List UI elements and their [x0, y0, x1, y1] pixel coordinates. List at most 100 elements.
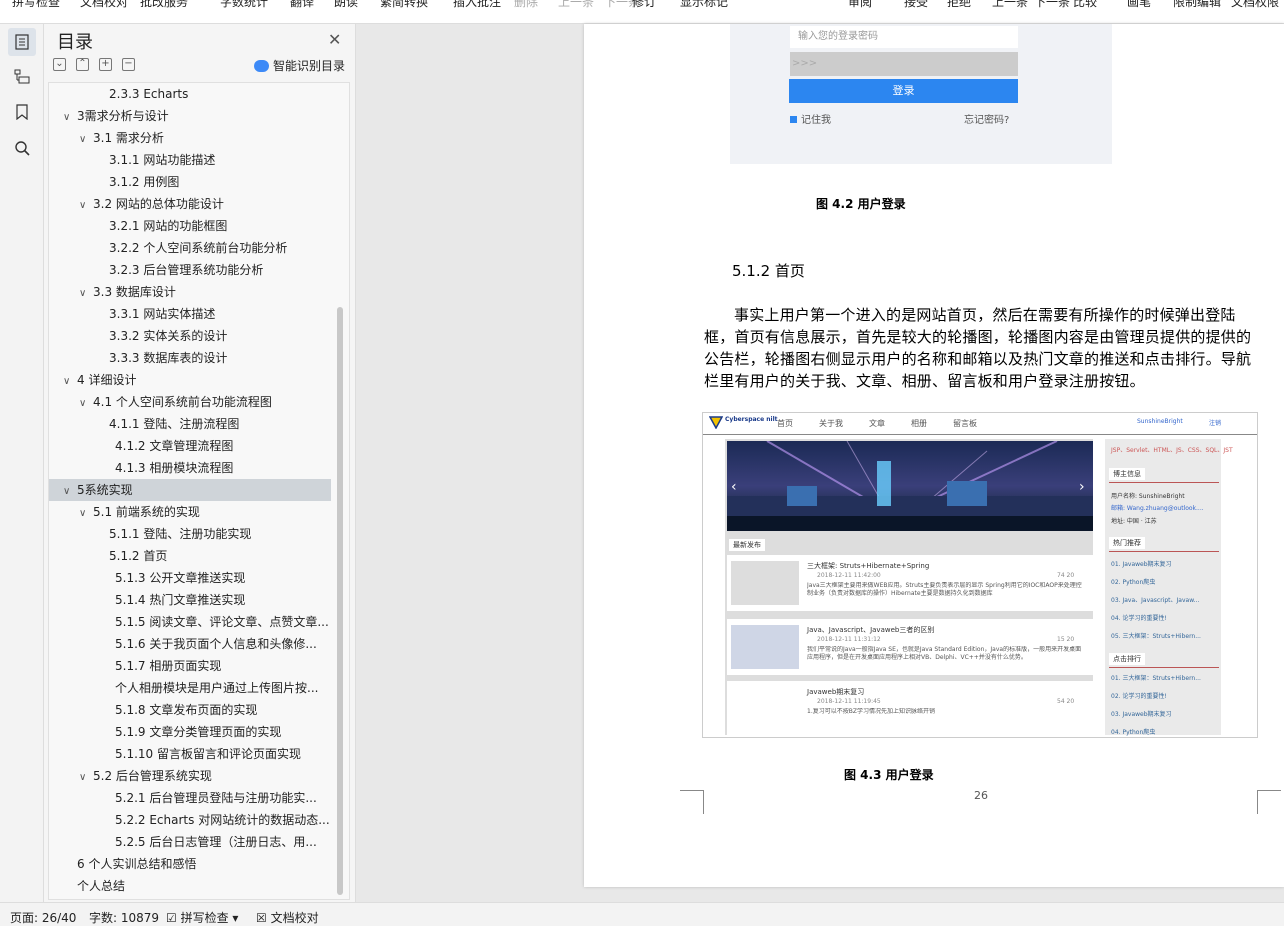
toc-scrollbar[interactable] — [337, 307, 343, 895]
toc-item[interactable]: 3.3.2 实体关系的设计 — [49, 325, 331, 347]
toggle-chevron-icon[interactable]: ∨ — [79, 283, 93, 303]
toc-item[interactable]: 5.1.9 文章分类管理页面的实现 — [49, 721, 331, 743]
toc-item[interactable]: 5.2.2 Echarts 对网站统计的数据动态... — [49, 809, 331, 831]
site-nav-articles: 文章 — [869, 419, 885, 428]
status-bar: 页面: 26/40 字数: 10879 ☑ 拼写检查 ▾ ☒ 文档校对 — [0, 902, 1284, 926]
toc-item[interactable]: ∨ 4.1 个人空间系统前台功能流程图 — [49, 391, 331, 413]
toggle-chevron-icon[interactable]: ∨ — [79, 129, 93, 149]
toolbar-item[interactable]: 插入批注 — [453, 0, 501, 10]
toc-item[interactable]: ∨ 5系统实现 — [49, 479, 331, 501]
toc-item[interactable]: 6 个人实训总结和感悟 — [49, 853, 331, 875]
toc-item[interactable]: 5.1.3 公开文章推送实现 — [49, 567, 331, 589]
close-icon[interactable]: ✕ — [328, 30, 341, 49]
toc-panel-icon[interactable] — [8, 28, 36, 56]
toc-item-label: 3需求分析与设计 — [77, 109, 169, 123]
toolbar-item[interactable]: 审阅 — [848, 0, 872, 10]
toc-item[interactable]: 4.1.1 登陆、注册流程图 — [49, 413, 331, 435]
toc-item-label: 3.2.1 网站的功能框图 — [109, 219, 228, 233]
smart-recognize-button[interactable]: 智能识别目录 — [254, 57, 345, 74]
toolbar-item[interactable]: 上一条 — [558, 0, 594, 10]
toolbar-item[interactable]: 上一条 — [992, 0, 1028, 10]
toc-item[interactable]: 3.2.2 个人空间系统前台功能分析 — [49, 237, 331, 259]
toc-item[interactable]: 4.1.3 相册模块流程图 — [49, 457, 331, 479]
toolbar-item[interactable]: 下一条 — [1034, 0, 1070, 10]
toggle-chevron-icon[interactable]: ∨ — [79, 195, 93, 215]
toggle-chevron-icon[interactable]: ∨ — [79, 503, 93, 523]
toc-item[interactable]: 3.3.3 数据库表的设计 — [49, 347, 331, 369]
collapse-all-icon[interactable]: ⌄ — [53, 58, 66, 71]
toolbar-item[interactable]: 文档校对 — [80, 0, 128, 10]
toolbar-item[interactable]: 批改服务 — [140, 0, 188, 10]
navigation-tree-icon[interactable] — [8, 62, 36, 90]
toc-item[interactable]: ∨ 4 详细设计 — [49, 369, 331, 391]
toc-item[interactable]: 个人总结 — [49, 875, 331, 897]
svg-text:‹: ‹ — [731, 479, 737, 495]
toggle-chevron-icon[interactable]: ∨ — [79, 767, 93, 787]
remove-item-icon[interactable]: − — [122, 58, 135, 71]
toc-item[interactable]: 5.1.8 文章发布页面的实现 — [49, 699, 331, 721]
toc-item[interactable]: ∨ 5.1 前端系统的实现 — [49, 501, 331, 523]
toolbar-item[interactable]: 限制编辑 — [1173, 0, 1221, 10]
toc-item-label: 3.2 网站的总体功能设计 — [93, 197, 224, 211]
toc-item[interactable]: 3.1.1 网站功能描述 — [49, 149, 331, 171]
site-nav: Cyberspace nilt 首页 关于我 文章 相册 留言板 Sunshin… — [703, 413, 1257, 435]
toc-item[interactable]: 个人相册模块是用户通过上传图片按... — [49, 677, 331, 699]
toc-item[interactable]: 2.3.3 Echarts — [49, 83, 331, 105]
toolbar-item[interactable]: 画笔 — [1127, 0, 1151, 10]
toolbar-item[interactable]: 拒绝 — [947, 0, 971, 10]
toc-item[interactable]: 5.2.5 后台日志管理（注册日志、用... — [49, 831, 331, 853]
toolbar-item[interactable]: 翻译 — [290, 0, 314, 10]
toc-item[interactable]: 5.2.1 后台管理员登陆与注册功能实... — [49, 787, 331, 809]
toc-item[interactable]: 4.1.2 文章管理流程图 — [49, 435, 331, 457]
forgot-password-link: 忘记密码? — [964, 115, 1010, 126]
toolbar-item[interactable]: 显示标记 — [680, 0, 728, 10]
proofread-button[interactable]: ☒ 文档校对 — [256, 909, 319, 926]
toc-item[interactable]: 5.1.2 首页 — [49, 545, 331, 567]
toggle-chevron-icon[interactable]: ∨ — [63, 481, 77, 501]
toc-item-label: 5.2.1 后台管理员登陆与注册功能实... — [115, 791, 317, 805]
toc-item[interactable]: 5.1.1 登陆、注册功能实现 — [49, 523, 331, 545]
toc-item[interactable]: 3.2.1 网站的功能框图 — [49, 215, 331, 237]
toc-item[interactable]: 5.1.10 留言板留言和评论页面实现 — [49, 743, 331, 765]
toolbar-item[interactable]: 繁简转换 — [380, 0, 428, 10]
rank-item: 02. 论学习的重要性! — [1111, 693, 1167, 700]
toggle-chevron-icon[interactable]: ∨ — [79, 393, 93, 413]
add-item-icon[interactable]: + — [99, 58, 112, 71]
toolbar-item[interactable]: 删除 — [514, 0, 538, 10]
toc-item[interactable]: 5.1.4 热门文章推送实现 — [49, 589, 331, 611]
crop-mark-left — [680, 790, 704, 814]
expand-up-icon[interactable]: ⌃ — [76, 58, 89, 71]
search-icon[interactable] — [8, 134, 36, 162]
proofread-label: 文档校对 — [270, 911, 319, 925]
toolbar-item[interactable]: 比较 — [1073, 0, 1097, 10]
toolbar-item[interactable]: 文档权限 — [1231, 0, 1279, 10]
spell-check-button[interactable]: ☑ 拼写检查 ▾ — [166, 909, 238, 926]
bookmark-icon[interactable] — [8, 98, 36, 126]
toc-item[interactable]: ∨ 3.2 网站的总体功能设计 — [49, 193, 331, 215]
toolbar-item[interactable]: 朗读 — [334, 0, 358, 10]
toc-item-label: 5.1 前端系统的实现 — [93, 505, 200, 519]
toolbar-item[interactable]: 修订 — [632, 0, 656, 10]
toc-item[interactable]: ∨ 5.2 后台管理系统实现 — [49, 765, 331, 787]
toc-item[interactable]: ∨ 3需求分析与设计 — [49, 105, 331, 127]
toc-panel: 目录 ✕ ⌄ ⌃ + − 智能识别目录 2.3.3 Echarts ∨ 3需求分析与… — [44, 24, 356, 902]
toolbar-item[interactable]: 字数统计 — [220, 0, 268, 10]
rank-item: 03. Javaweb期末复习 — [1111, 711, 1172, 718]
proof-icon: ☒ — [256, 911, 267, 925]
toggle-chevron-icon[interactable]: ∨ — [63, 107, 77, 127]
toolbar-item[interactable]: 拼写检查 — [12, 0, 60, 10]
toolbar-item[interactable]: 接受 — [904, 0, 928, 10]
post-date: 2018-12-11 11:31:12 — [817, 636, 881, 643]
toc-item[interactable]: 5.1.5 阅读文章、评论文章、点赞文章... — [49, 611, 331, 633]
toggle-chevron-icon[interactable]: ∨ — [63, 371, 77, 391]
page-indicator[interactable]: 页面: 26/40 — [10, 909, 76, 926]
toc-item[interactable]: 3.3.1 网站实体描述 — [49, 303, 331, 325]
toc-item[interactable]: 5.1.6 关于我页面个人信息和头像修... — [49, 633, 331, 655]
post-title: 三大框架: Struts+Hibernate+Spring — [807, 562, 930, 570]
toc-item[interactable]: ∨ 3.3 数据库设计 — [49, 281, 331, 303]
word-count[interactable]: 字数: 10879 — [89, 909, 159, 926]
toc-item[interactable]: ∨ 3.1 需求分析 — [49, 127, 331, 149]
toc-item[interactable]: 3.2.3 后台管理系统功能分析 — [49, 259, 331, 281]
toc-item[interactable]: 5.1.7 相册页面实现 — [49, 655, 331, 677]
toc-item[interactable]: 3.1.2 用例图 — [49, 171, 331, 193]
